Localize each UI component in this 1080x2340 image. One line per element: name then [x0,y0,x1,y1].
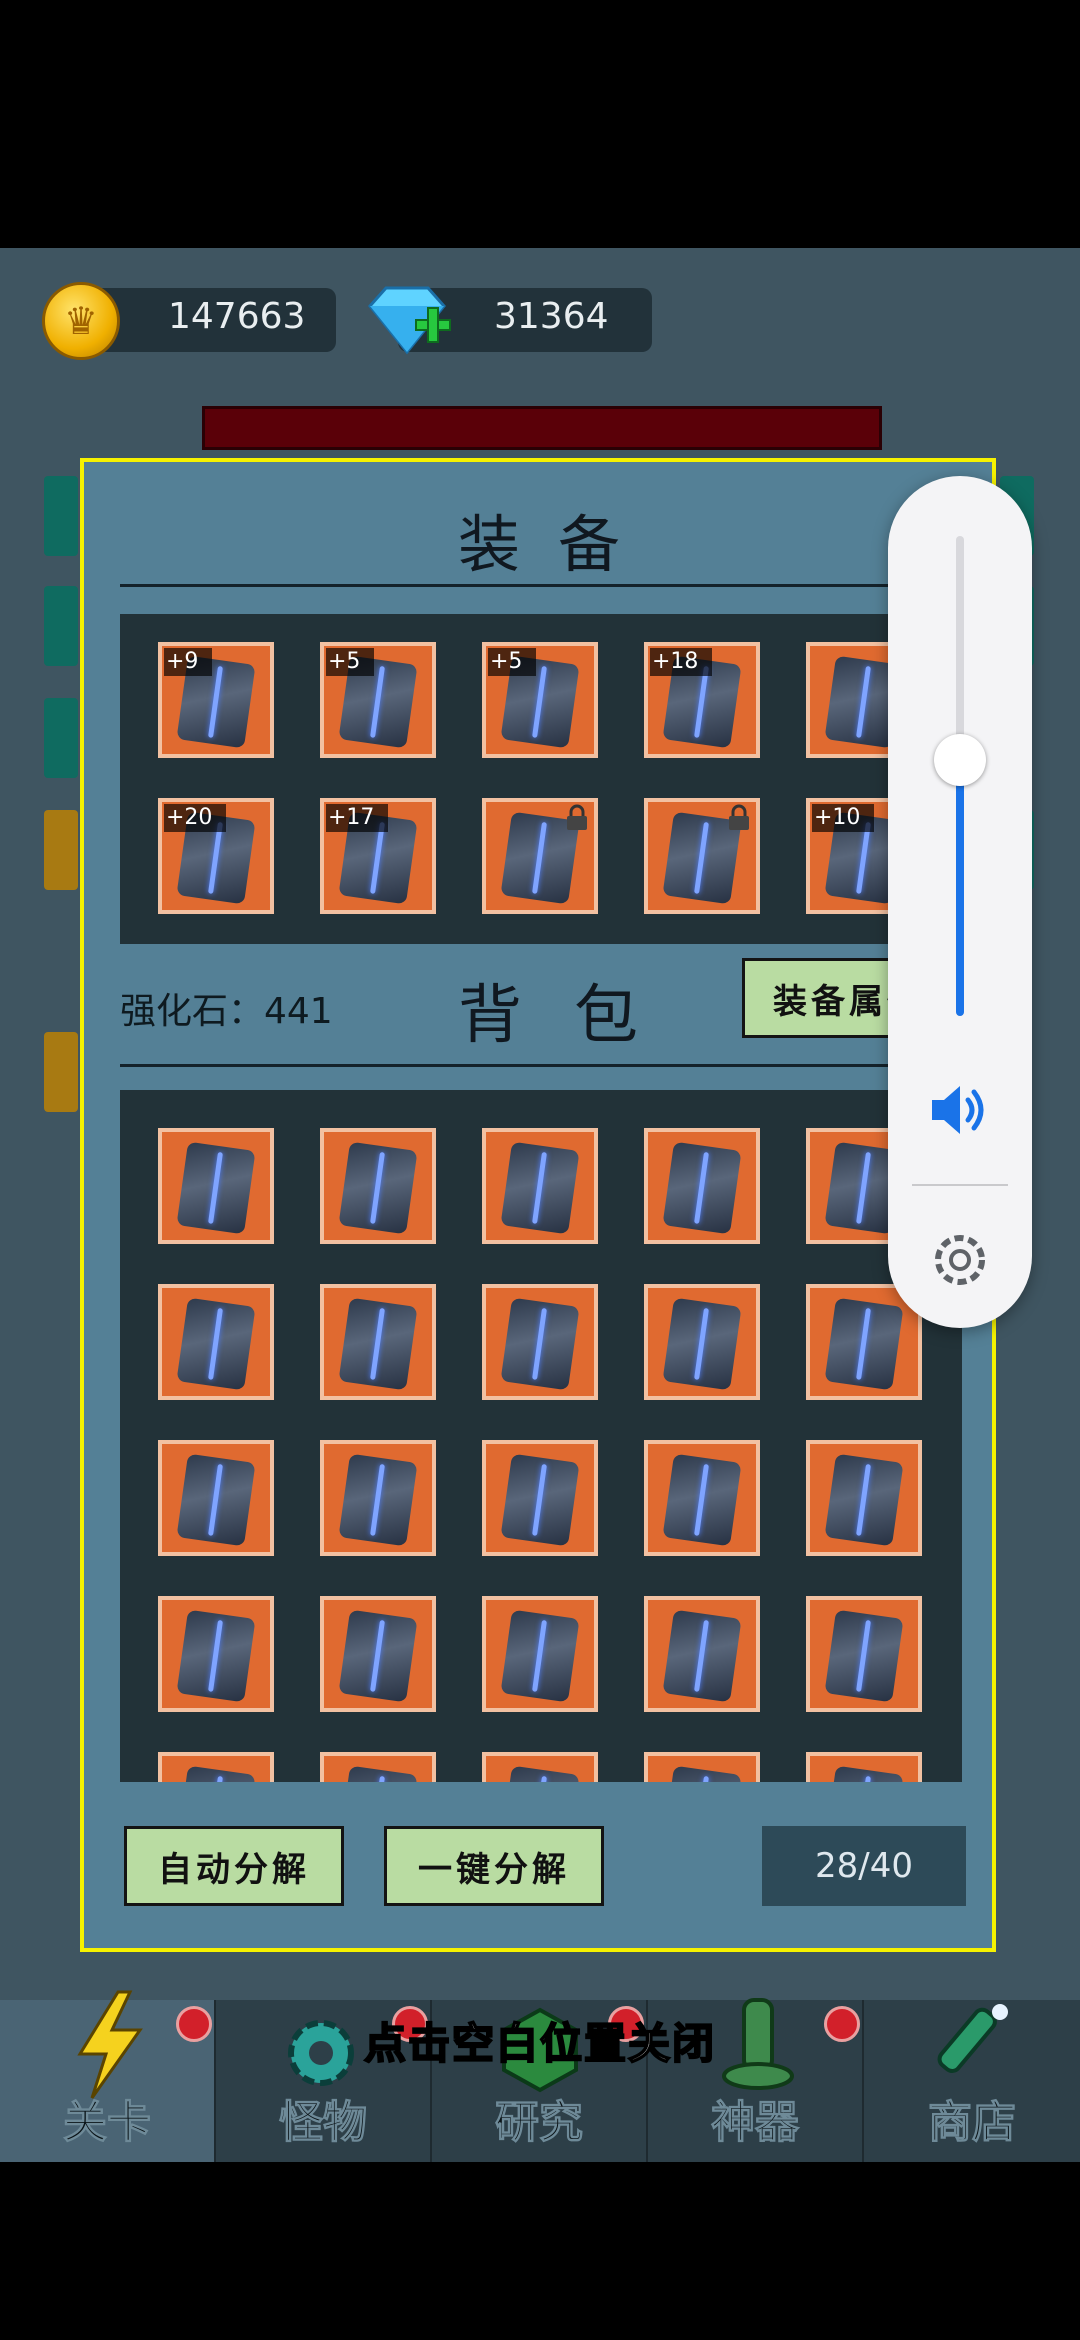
enhance-level-badge: +17 [326,804,389,832]
armor-item-icon [824,1609,904,1703]
enhance-level-badge: +18 [650,648,713,676]
armor-item-icon [500,1141,580,1235]
armor-item-icon [500,1609,580,1703]
bag-slot[interactable] [320,1128,436,1244]
bag-slot[interactable] [806,1440,922,1556]
one-click-decompose-button[interactable]: 一键分解 [384,1826,604,1906]
speaker-icon[interactable] [928,1082,992,1138]
auto-decompose-button[interactable]: 自动分解 [124,1826,344,1906]
nav-label: 神器 [711,2097,800,2149]
side-block [44,810,78,890]
settings-gear-icon[interactable] [926,1226,994,1294]
bag-slot[interactable] [482,1440,598,1556]
divider [120,1064,920,1067]
bag-slot[interactable] [644,1128,760,1244]
armor-item-icon [824,1297,904,1391]
stone-label: 强化石：441 [120,991,333,1032]
enhance-level-badge: +20 [164,804,227,832]
enhance-level-badge: +10 [812,804,875,832]
side-block [44,698,78,778]
enhance-level-badge: +5 [488,648,537,676]
gold-coin-icon: ♛ [42,282,120,360]
armor-item-icon [662,1609,742,1703]
armor-item-icon [338,1141,418,1235]
armor-item-icon [662,1141,742,1235]
bag-slot[interactable] [320,1284,436,1400]
armor-item-icon [176,1297,256,1391]
nav-label: 商店 [928,2097,1017,2149]
bag-slot[interactable] [644,1284,760,1400]
lock-icon [567,804,587,830]
lock-icon [729,804,749,830]
bag-slot[interactable] [482,1596,598,1712]
armor-item-icon [338,1609,418,1703]
bag-slot[interactable] [644,1440,760,1556]
equipment-panel: 装备 +9 +5 +5 +18 +20 +17 +10 强化石：441 背包 装备属性 自动… [80,458,996,1952]
bag-slot[interactable] [158,1128,274,1244]
equip-title: 装备 [458,508,659,581]
bag-slot[interactable] [806,1596,922,1712]
armor-item-icon [662,1453,742,1547]
bag-title: 背包 [458,979,690,1053]
nav-label: 怪物 [279,2097,368,2149]
armor-item-icon [662,1765,742,1782]
armor-item-icon [176,1609,256,1703]
equipped-slot[interactable]: +18 [644,642,760,758]
bag-slot[interactable] [806,1752,922,1782]
boss-health-bar [202,406,882,450]
equipped-slot[interactable]: +5 [482,642,598,758]
divider [120,584,920,587]
volume-fill [956,762,964,1016]
volume-slider-handle[interactable] [934,734,986,786]
bag-slot[interactable] [158,1752,274,1782]
equipped-slot[interactable] [644,798,760,914]
bag-slot[interactable] [158,1596,274,1712]
side-block [44,476,78,556]
bag-slot[interactable] [482,1284,598,1400]
armor-item-icon [338,1765,418,1782]
enhance-level-badge: +9 [164,648,213,676]
armor-item-icon [500,1297,580,1391]
bag-capacity: 28/40 [762,1826,966,1906]
armor-item-icon [500,1765,580,1782]
volume-divider [912,1184,1008,1186]
close-hint[interactable]: 点击空白位置关闭 [0,2010,1080,2071]
volume-panel [888,476,1032,1328]
armor-item-icon [176,1141,256,1235]
equipped-slot[interactable]: +5 [320,642,436,758]
armor-item-icon [500,1453,580,1547]
armor-item-icon [824,1453,904,1547]
armor-item-icon [824,1765,904,1782]
bag-slot[interactable] [644,1752,760,1782]
bag-slot[interactable] [644,1596,760,1712]
equipped-slot[interactable]: +9 [158,642,274,758]
armor-item-icon [338,1297,418,1391]
gem-amount: 31364 [494,296,609,337]
nav-label: 关卡 [63,2097,152,2149]
bag-slot[interactable] [482,1128,598,1244]
side-block [44,1032,78,1112]
equipped-slot[interactable]: +17 [320,798,436,914]
bag-slot[interactable] [320,1440,436,1556]
armor-item-icon [338,1453,418,1547]
armor-item-icon [662,1297,742,1391]
equipped-slot[interactable] [482,798,598,914]
bag-area[interactable] [120,1090,962,1782]
bag-slot[interactable] [158,1440,274,1556]
bag-slot[interactable] [482,1752,598,1782]
side-block [44,586,78,666]
bag-slot[interactable] [320,1596,436,1712]
nav-label: 研究 [495,2097,584,2149]
armor-item-icon [176,1453,256,1547]
bag-slot[interactable] [158,1284,274,1400]
enhance-level-badge: +5 [326,648,375,676]
gold-amount: 147663 [168,296,306,337]
equipped-slot[interactable]: +20 [158,798,274,914]
bag-slot[interactable] [320,1752,436,1782]
armor-item-icon [176,1765,256,1782]
diamond-plus-icon[interactable] [362,280,454,360]
equipped-area: +9 +5 +5 +18 +20 +17 +10 [120,614,962,944]
